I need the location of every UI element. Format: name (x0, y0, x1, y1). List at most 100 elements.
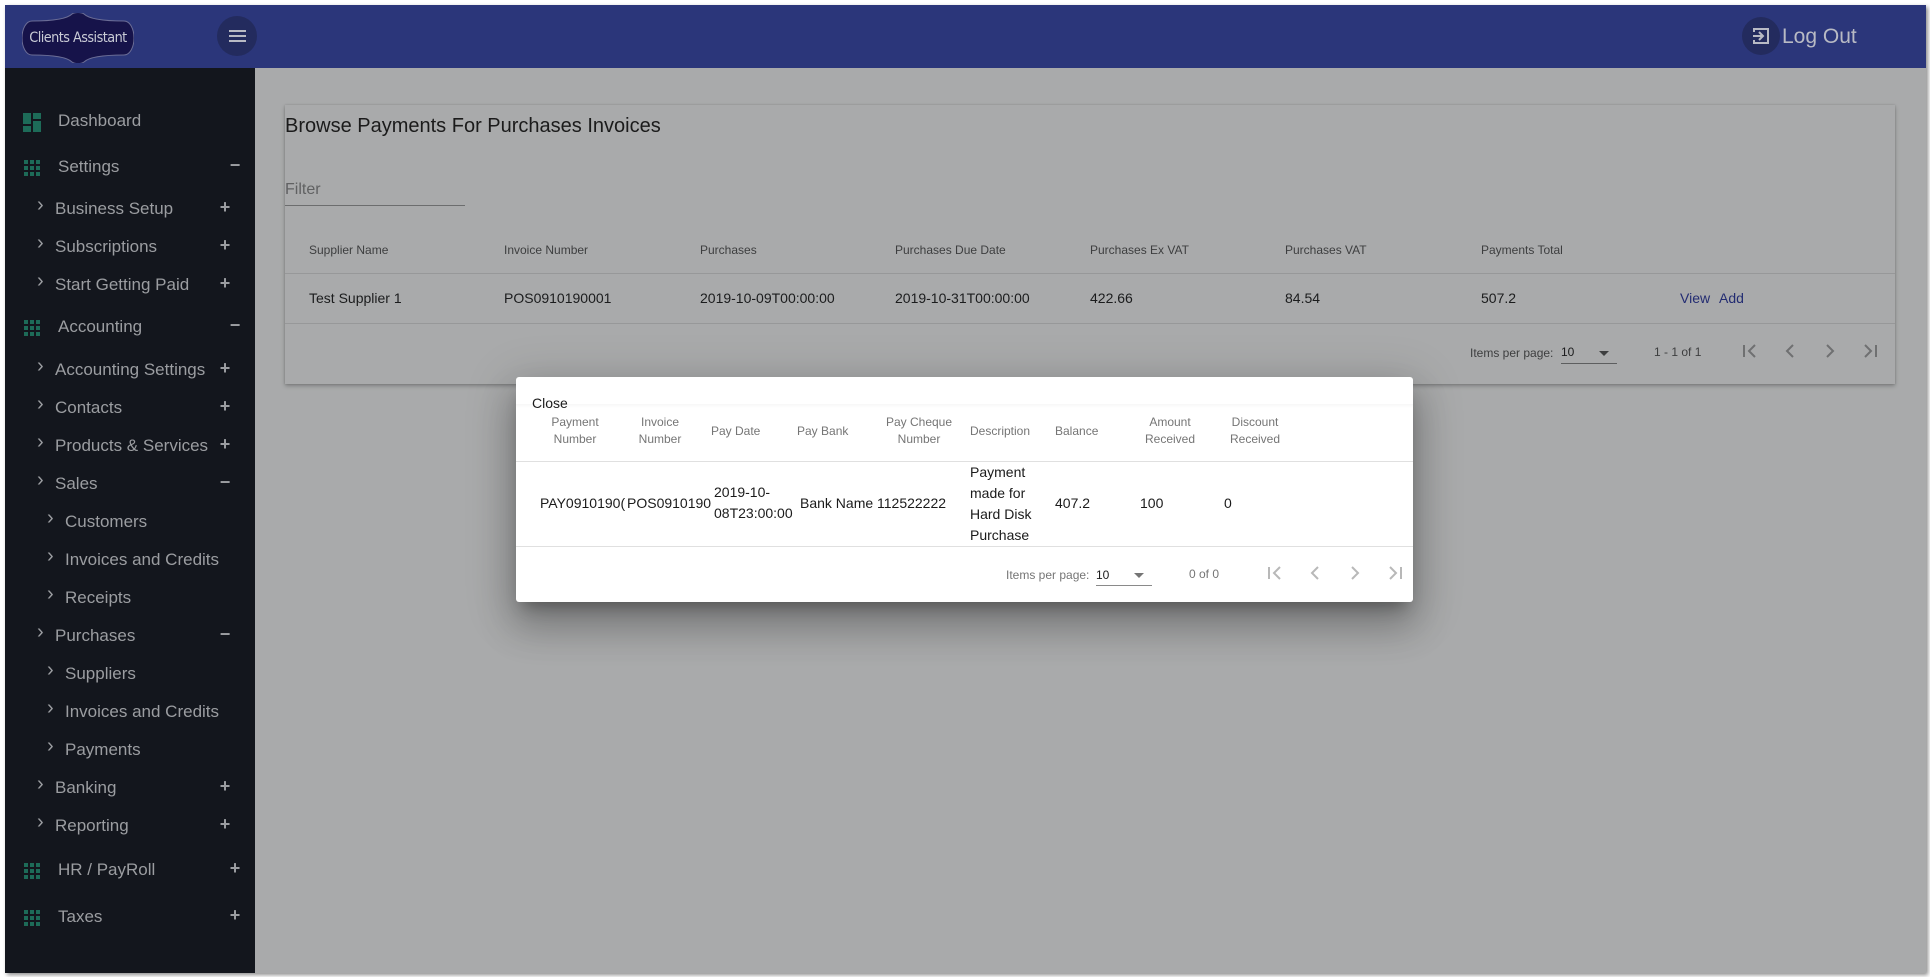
dialog-column-description[interactable]: Description (970, 423, 1030, 440)
chevron-right-icon: › (37, 811, 44, 833)
menu-toggle-button[interactable] (217, 16, 257, 56)
add-link[interactable]: Add (1719, 290, 1744, 306)
first-page-button[interactable] (1735, 336, 1765, 366)
sidebar-item-label: Contacts (55, 398, 123, 417)
dialog-column-pay-bank[interactable]: Pay Bank (797, 423, 848, 440)
sidebar-item-sales[interactable]: › Sales − (5, 467, 255, 501)
dialog-table-header: Payment Number Invoice Number Pay Date Pay… (516, 404, 1413, 462)
sidebar-item-label: Banking (55, 778, 117, 797)
sidebar-item-label: Taxes (58, 907, 103, 926)
sidebar-item-subscriptions[interactable]: › Subscriptions + (5, 230, 255, 264)
previous-page-button[interactable] (1775, 336, 1805, 366)
sidebar-item-label: Reporting (55, 816, 129, 835)
dropdown-arrow-icon (1134, 573, 1144, 578)
expand-icon[interactable]: + (218, 235, 232, 256)
expand-icon[interactable]: + (218, 197, 232, 218)
sidebar-item-banking[interactable]: › Banking + (5, 771, 255, 805)
cell-invoice-number: POS0910190 (627, 495, 712, 511)
dialog-column-amount-received[interactable]: Amount Received (1140, 414, 1200, 448)
dialog-column-pay-cheque-number[interactable]: Pay Cheque Number (879, 414, 959, 448)
sidebar-item-label: Subscriptions (55, 237, 158, 256)
column-header-supplier-name[interactable]: Supplier Name (309, 243, 388, 257)
sidebar-item-label: Invoices and Credits (65, 702, 220, 721)
column-header-invoice-number[interactable]: Invoice Number (504, 243, 588, 257)
sidebar-item-accounting-settings[interactable]: › Accounting Settings + (5, 353, 255, 387)
next-page-button[interactable] (1815, 336, 1845, 366)
dialog-column-discount-received[interactable]: Discount Received (1225, 414, 1285, 448)
cell-purchases-ex-vat: 422.66 (1090, 290, 1133, 306)
chevron-right-icon: › (37, 431, 44, 453)
column-header-purchases-ex-vat[interactable]: Purchases Ex VAT (1090, 243, 1189, 257)
expand-icon[interactable]: + (218, 358, 232, 379)
dialog-column-payment-number[interactable]: Payment Number (542, 414, 608, 448)
column-header-purchases-vat[interactable]: Purchases VAT (1285, 243, 1367, 257)
collapse-icon[interactable]: − (228, 315, 242, 336)
chevron-right-icon: › (47, 659, 54, 681)
sidebar-item-invoices-and-credits[interactable]: › Invoices and Credits (5, 695, 255, 729)
cell-amount-received: 100 (1140, 495, 1164, 511)
apps-grid-icon (24, 320, 41, 337)
collapse-icon[interactable]: − (218, 624, 232, 645)
filter-input[interactable] (285, 175, 465, 206)
expand-icon[interactable]: + (218, 776, 232, 797)
dialog-previous-page-button[interactable] (1300, 558, 1330, 588)
expand-icon[interactable]: + (218, 273, 232, 294)
sidebar-item-contacts[interactable]: › Contacts + (5, 391, 255, 425)
sidebar-item-taxes[interactable]: Taxes + (5, 900, 255, 934)
collapse-icon[interactable]: − (218, 472, 232, 493)
dialog-last-page-button[interactable] (1380, 558, 1410, 588)
sidebar-item-receipts[interactable]: › Receipts (5, 581, 255, 615)
table-row: Test Supplier 1 POS0910190001 2019-10-09… (285, 274, 1895, 324)
chevron-right-icon: › (37, 355, 44, 377)
dialog-column-pay-date[interactable]: Pay Date (711, 423, 760, 440)
last-page-icon (1389, 566, 1402, 580)
sidebar-item-accounting[interactable]: Accounting − (5, 310, 255, 344)
first-page-icon (1743, 344, 1756, 358)
expand-icon[interactable]: + (218, 396, 232, 417)
sidebar-item-label: Start Getting Paid (55, 275, 190, 294)
sidebar-item-label: Sales (55, 474, 98, 493)
last-page-button[interactable] (1855, 336, 1885, 366)
sidebar-item-purchases[interactable]: › Purchases − (5, 619, 255, 653)
column-header-purchases[interactable]: Purchases (700, 243, 757, 257)
chevron-right-icon: › (37, 194, 44, 216)
sidebar-item-customers[interactable]: › Customers (5, 505, 255, 539)
expand-icon[interactable]: + (228, 905, 242, 926)
sidebar-item-payments[interactable]: › Payments (5, 733, 255, 767)
column-header-purchases-due-date[interactable]: Purchases Due Date (895, 243, 1006, 257)
sidebar-item-label: Invoices and Credits (65, 550, 220, 569)
apps-grid-icon (24, 863, 41, 880)
dialog-column-invoice-number[interactable]: Invoice Number (627, 414, 693, 448)
expand-icon[interactable]: + (218, 814, 232, 835)
dialog-column-balance[interactable]: Balance (1055, 423, 1098, 440)
sidebar-item-suppliers[interactable]: › Suppliers (5, 657, 255, 691)
sidebar-item-label: Products & Services (55, 436, 209, 455)
sidebar-item-products-services[interactable]: › Products & Services + (5, 429, 255, 463)
chevron-right-icon (1826, 344, 1835, 358)
dialog-next-page-button[interactable] (1340, 558, 1370, 588)
close-button[interactable]: Close (532, 395, 568, 411)
apps-grid-icon (24, 910, 41, 927)
sidebar-item-start-getting-paid[interactable]: › Start Getting Paid + (5, 268, 255, 302)
sidebar-item-settings[interactable]: Settings − (5, 150, 255, 184)
sidebar: Dashboard Settings − › Business Setup + › Subsc… (5, 68, 255, 973)
items-per-page-select[interactable]: 10 (1561, 339, 1617, 364)
dialog-items-per-page-select[interactable]: 10 (1096, 561, 1152, 586)
cell-supplier-name: Test Supplier 1 (309, 290, 402, 306)
dialog-first-page-button[interactable] (1260, 558, 1290, 588)
sidebar-item-business-setup[interactable]: › Business Setup + (5, 192, 255, 226)
app-window: Clients Assistant Log Out Dashboard Setti… (5, 5, 1926, 973)
chevron-right-icon: › (47, 697, 54, 719)
collapse-icon[interactable]: − (228, 155, 242, 176)
cell-description: Payment made for Hard Disk Purchase (970, 464, 1032, 543)
column-header-payments-total[interactable]: Payments Total (1481, 243, 1563, 257)
sidebar-item-reporting[interactable]: › Reporting + (5, 809, 255, 843)
sidebar-item-dashboard[interactable]: Dashboard (5, 104, 255, 138)
view-link[interactable]: View (1680, 290, 1710, 306)
expand-icon[interactable]: + (228, 858, 242, 879)
sidebar-item-invoices-and-credits[interactable]: › Invoices and Credits (5, 543, 255, 577)
sidebar-item-hr-payroll[interactable]: HR / PayRoll + (5, 853, 255, 887)
expand-icon[interactable]: + (218, 434, 232, 455)
dashboard-icon (23, 113, 42, 132)
logo[interactable]: Clients Assistant (22, 13, 134, 63)
